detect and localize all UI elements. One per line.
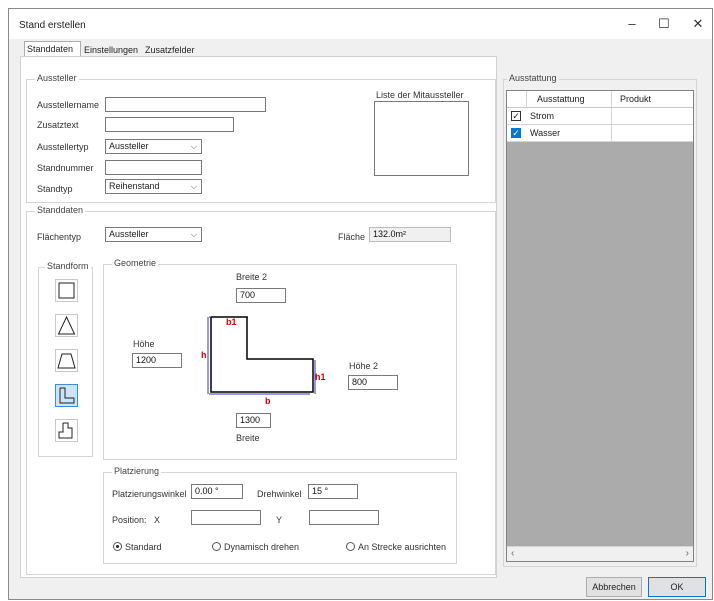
radio-strecke[interactable] xyxy=(346,542,355,551)
minimize-button[interactable]: – xyxy=(619,15,645,33)
mitaussteller-label: Liste der Mitaussteller xyxy=(376,90,464,100)
ausstattung-grid[interactable]: Ausstattung Produkt ✓ Strom ✓ Wasser ‹ › xyxy=(506,90,694,562)
position-y-label: Y xyxy=(276,515,283,525)
dim-b-label: b xyxy=(265,396,271,406)
radio-dynamisch[interactable] xyxy=(212,542,221,551)
position-label: Position: xyxy=(112,515,147,525)
geometrie-title: Geometrie xyxy=(112,258,159,268)
flaeche-label: Fläche xyxy=(338,232,366,242)
grid-row-strom[interactable]: ✓ Strom xyxy=(507,108,693,125)
tab-einstellungen[interactable]: Einstellungen xyxy=(82,43,142,57)
standtyp-value: Reihenstand xyxy=(109,181,160,191)
rectangle-icon xyxy=(58,282,75,299)
position-x-input[interactable] xyxy=(191,510,261,525)
radio-strecke-label: An Strecke ausrichten xyxy=(358,542,447,552)
standform-title: Standform xyxy=(45,261,91,271)
flaechentyp-select[interactable]: Aussteller ⌵ xyxy=(105,227,202,242)
standtyp-label: Standtyp xyxy=(37,184,73,194)
ausstellertyp-select[interactable]: Aussteller ⌵ xyxy=(105,139,202,154)
ausstellertyp-value: Aussteller xyxy=(109,141,149,151)
shape-trapezoid-button[interactable] xyxy=(55,349,78,372)
chevron-down-icon: ⌵ xyxy=(190,230,197,239)
title-bar: Stand erstellen – ☐ ✕ xyxy=(9,9,712,39)
shape-u-button[interactable] xyxy=(55,419,78,442)
window-title: Stand erstellen xyxy=(19,20,86,31)
flaeche-value: 132.0m² xyxy=(369,227,451,242)
position-y-input[interactable] xyxy=(309,510,379,525)
tab-zusatzfelder[interactable]: Zusatzfelder xyxy=(143,43,199,57)
grid-header-produkt[interactable]: Produkt xyxy=(612,91,693,107)
grid-header-ausstattung[interactable]: Ausstattung xyxy=(527,91,612,107)
standdaten-group-title: Standdaten xyxy=(35,205,86,215)
breite2-input[interactable]: 700 xyxy=(236,288,286,303)
hoehe2-input[interactable]: 800 xyxy=(348,375,398,390)
scroll-left-icon[interactable]: ‹ xyxy=(511,548,514,559)
mitaussteller-list[interactable] xyxy=(374,101,469,176)
l-shape-drawing xyxy=(207,316,316,395)
chevron-down-icon: ⌵ xyxy=(190,182,197,191)
position-x-label: X xyxy=(154,515,161,525)
ausstattung-group-title: Ausstattung xyxy=(507,73,559,83)
zusatztext-label: Zusatztext xyxy=(37,120,79,130)
l-shape-icon xyxy=(59,387,75,404)
flaechentyp-label: Flächentyp xyxy=(37,232,82,242)
shape-l-button[interactable] xyxy=(55,384,78,407)
row-checkbox[interactable]: ✓ xyxy=(511,111,521,121)
trapezoid-icon xyxy=(57,353,76,369)
platzierungswinkel-input[interactable]: 0.00 ° xyxy=(191,484,243,499)
flaechentyp-value: Aussteller xyxy=(109,229,149,239)
shape-rectangle-button[interactable] xyxy=(55,279,78,302)
maximize-button[interactable]: ☐ xyxy=(651,15,677,33)
shape-triangle-button[interactable] xyxy=(55,314,78,337)
row-produkt[interactable] xyxy=(612,125,693,141)
scroll-right-icon[interactable]: › xyxy=(686,548,689,559)
chevron-down-icon: ⌵ xyxy=(190,142,197,151)
u-shape-icon xyxy=(58,422,73,439)
dim-b1-label: b1 xyxy=(226,317,237,327)
radio-dynamisch-label: Dynamisch drehen xyxy=(224,542,300,552)
drehwinkel-input[interactable]: 15 ° xyxy=(308,484,358,499)
grid-row-wasser[interactable]: ✓ Wasser xyxy=(507,125,693,142)
tab-standdaten[interactable]: Standdaten xyxy=(24,41,81,57)
hoehe-input[interactable]: 1200 xyxy=(132,353,182,368)
cancel-button[interactable]: Abbrechen xyxy=(586,577,642,597)
breite-label: Breite xyxy=(236,433,260,443)
row-produkt[interactable] xyxy=(612,108,693,124)
row-ausstattung: Strom xyxy=(527,108,612,124)
standnummer-label: Standnummer xyxy=(37,163,94,173)
ausstellername-label: Ausstellername xyxy=(37,100,100,110)
grid-header-check xyxy=(507,91,527,107)
breite2-label: Breite 2 xyxy=(236,272,268,282)
close-button[interactable]: ✕ xyxy=(685,15,711,33)
row-checkbox[interactable]: ✓ xyxy=(511,128,521,138)
standtyp-select[interactable]: Reihenstand ⌵ xyxy=(105,179,202,194)
radio-standard[interactable] xyxy=(113,542,122,551)
drehwinkel-label: Drehwinkel xyxy=(257,489,302,499)
radio-standard-label: Standard xyxy=(125,542,162,552)
grid-header: Ausstattung Produkt xyxy=(507,91,693,108)
dim-h1-label: h1 xyxy=(315,372,326,382)
hoehe2-label: Höhe 2 xyxy=(349,361,379,371)
ausstellername-input[interactable] xyxy=(105,97,266,112)
hoehe-label: Höhe xyxy=(133,339,155,349)
row-ausstattung: Wasser xyxy=(527,125,612,141)
zusatztext-input[interactable] xyxy=(105,117,234,132)
breite-input[interactable]: 1300 xyxy=(236,413,271,428)
aussteller-group-title: Aussteller xyxy=(35,73,79,83)
triangle-icon xyxy=(57,315,76,335)
horizontal-scrollbar[interactable]: ‹ › xyxy=(507,546,693,561)
ausstellertyp-label: Ausstellertyp xyxy=(37,142,89,152)
platzierungswinkel-label: Platzierungswinkel xyxy=(112,489,187,499)
platzierung-title: Platzierung xyxy=(112,466,162,476)
ok-button[interactable]: OK xyxy=(648,577,706,597)
standnummer-input[interactable] xyxy=(105,160,202,175)
dim-h-label: h xyxy=(201,350,207,360)
